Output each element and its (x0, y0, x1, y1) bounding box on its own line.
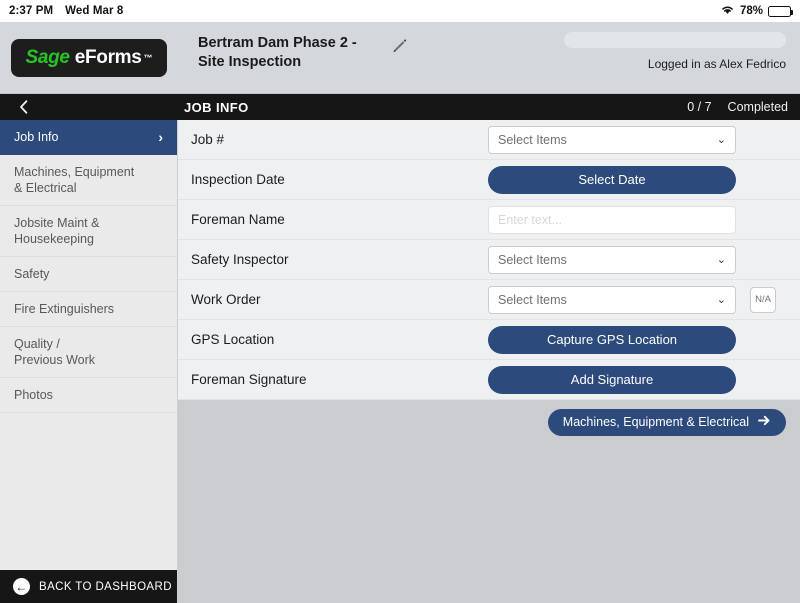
sidebar-item-fire-extinguishers[interactable]: Fire Extinguishers (0, 292, 177, 327)
sidebar-item-label: Safety (14, 267, 50, 281)
form-row-foreman-name: Foreman Name Enter text... (178, 200, 800, 240)
sage-eforms-logo: Sage eForms ™ (11, 38, 167, 77)
section-progress: 0 / 7 Completed (687, 94, 788, 120)
app-root: 2:37 PM Wed Mar 8 78% Sage eForms ™ Bert… (0, 0, 800, 603)
progress-label: Completed (727, 100, 788, 114)
arrow-right-icon (758, 415, 771, 429)
form-row-job-number: Job # Select Items ⌄ (178, 120, 800, 160)
app-header: Sage eForms ™ Bertram Dam Phase 2 - Site… (0, 22, 800, 94)
sidebar-item-safety[interactable]: Safety (0, 257, 177, 292)
logo-trademark: ™ (143, 52, 153, 63)
battery-percent: 78% (739, 5, 763, 17)
back-to-dashboard-button[interactable]: ← BACK TO DASHBOARD (0, 570, 177, 603)
sidebar-item-label: Fire Extinguishers (14, 302, 115, 316)
circle-arrow-left-icon: ← (13, 578, 30, 595)
content: Job # Select Items ⌄ Inspection Date Sel… (178, 120, 800, 603)
ios-status-bar: 2:37 PM Wed Mar 8 78% (0, 0, 800, 22)
form-rows: Job # Select Items ⌄ Inspection Date Sel… (178, 120, 800, 400)
form-row-work-order: Work Order Select Items ⌄ N/A (178, 280, 800, 320)
logged-in-label: Logged in as Alex Fedrico (647, 57, 786, 71)
chevron-down-icon: ⌄ (716, 134, 726, 146)
field-control: Select Items ⌄ N/A (488, 285, 786, 314)
logo-container: Sage eForms ™ (0, 22, 178, 93)
field-control: Enter text... (488, 205, 786, 234)
back-to-dashboard-label: BACK TO DASHBOARD (39, 580, 172, 593)
sidebar-item-job-info[interactable]: Job Info › (0, 120, 177, 155)
field-label: Job # (191, 132, 225, 147)
status-indicators: 78% (720, 4, 794, 18)
pencil-icon[interactable] (391, 37, 408, 59)
field-control: Add Signature (488, 365, 786, 394)
add-signature-button[interactable]: Add Signature (488, 365, 736, 394)
select-date-button[interactable]: Select Date (488, 165, 736, 194)
job-number-select[interactable]: Select Items ⌄ (488, 125, 736, 154)
form-row-inspection-date: Inspection Date Select Date (178, 160, 800, 200)
work-order-select[interactable]: Select Items ⌄ (488, 285, 736, 314)
field-label: GPS Location (191, 332, 275, 347)
sidebar-item-photos[interactable]: Photos (0, 378, 177, 413)
field-control: Select Date (488, 165, 786, 194)
foreman-name-input[interactable]: Enter text... (488, 205, 736, 234)
header-right: Logged in as Alex Fedrico (526, 32, 786, 71)
sidebar-item-label: Photos (14, 388, 53, 402)
status-time: 2:37 PM (9, 5, 54, 17)
back-button[interactable] (0, 100, 178, 114)
next-section-label: Machines, Equipment & Electrical (562, 415, 749, 429)
field-control: Select Items ⌄ (488, 245, 786, 274)
chevron-down-icon: ⌄ (716, 254, 726, 266)
battery-icon (768, 5, 794, 17)
header-main: Bertram Dam Phase 2 - Site Inspection Lo… (178, 22, 800, 93)
progress-count: 0 / 7 (687, 100, 712, 114)
sidebar-item-label: Machines, Equipment & Electrical (14, 165, 135, 195)
sidebar-item-label: Quality / Previous Work (14, 337, 96, 367)
sidebar-item-label: Jobsite Maint & Housekeeping (14, 216, 100, 246)
sidebar-item-label: Job Info (14, 130, 59, 144)
field-label: Foreman Name (191, 212, 285, 227)
next-section-button[interactable]: Machines, Equipment & Electrical (547, 408, 786, 436)
field-control: Select Items ⌄ (488, 125, 786, 154)
logo-eforms-text: eForms (74, 46, 142, 68)
form-row-safety-inspector: Safety Inspector Select Items ⌄ (178, 240, 800, 280)
sidebar-nav: Job Info › Machines, Equipment & Electri… (0, 120, 177, 570)
wifi-icon (720, 4, 735, 18)
select-value: Select Items (498, 292, 567, 307)
form-row-gps-location: GPS Location Capture GPS Location (178, 320, 800, 360)
sidebar-item-quality-previous-work[interactable]: Quality / Previous Work (0, 327, 177, 378)
input-placeholder: Enter text... (498, 212, 562, 227)
chevron-down-icon: ⌄ (716, 294, 726, 306)
safety-inspector-select[interactable]: Select Items ⌄ (488, 245, 736, 274)
body: Job Info › Machines, Equipment & Electri… (0, 120, 800, 603)
field-label: Safety Inspector (191, 252, 289, 267)
sidebar-item-jobsite-maint-housekeeping[interactable]: Jobsite Maint & Housekeeping (0, 206, 177, 257)
select-value: Select Items (498, 252, 567, 267)
logo-sage-text: Sage (25, 46, 70, 68)
section-bar: JOB INFO 0 / 7 Completed (0, 94, 800, 120)
form-title-wrap: Bertram Dam Phase 2 - Site Inspection (178, 22, 408, 93)
field-label: Work Order (191, 292, 261, 307)
section-title: JOB INFO (184, 99, 249, 115)
status-date: Wed Mar 8 (65, 5, 124, 17)
field-control: Capture GPS Location (488, 325, 786, 354)
select-value: Select Items (498, 132, 567, 147)
capture-gps-location-button[interactable]: Capture GPS Location (488, 325, 736, 354)
sidebar: Job Info › Machines, Equipment & Electri… (0, 120, 178, 603)
field-label: Inspection Date (191, 172, 285, 187)
page-title: Bertram Dam Phase 2 - Site Inspection (198, 35, 357, 70)
sidebar-item-machines-equipment-electrical[interactable]: Machines, Equipment & Electrical (0, 155, 177, 206)
content-filler (178, 444, 800, 603)
next-section-bar: Machines, Equipment & Electrical (178, 400, 800, 444)
chevron-right-icon: › (158, 129, 163, 145)
form-row-foreman-signature: Foreman Signature Add Signature (178, 360, 800, 400)
work-order-na-button[interactable]: N/A (750, 286, 776, 313)
field-label: Foreman Signature (191, 372, 307, 387)
chevron-left-icon (20, 100, 28, 114)
search-input[interactable] (564, 32, 786, 48)
